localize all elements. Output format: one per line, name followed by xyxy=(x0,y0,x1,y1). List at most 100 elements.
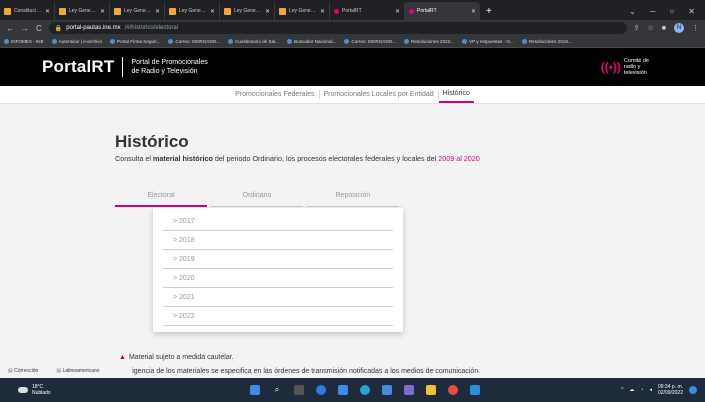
new-tab-button[interactable]: + xyxy=(480,2,498,20)
close-tab-icon[interactable]: ✕ xyxy=(210,8,215,15)
taskbar-apps: ⌕ xyxy=(250,385,480,395)
clock[interactable]: 09:34 p. m. 02/09/2022 xyxy=(658,384,683,396)
onedrive-icon[interactable]: ☁ xyxy=(629,387,634,393)
forward-icon[interactable]: → xyxy=(21,24,29,33)
year-item-2021[interactable]: > 2021 xyxy=(163,288,393,307)
close-tab-icon[interactable]: ✕ xyxy=(320,8,325,15)
browser-icon[interactable] xyxy=(360,385,370,395)
site-subtitle: Portal de Promocionales de Radio y Telev… xyxy=(131,59,208,75)
year-item-2017[interactable]: > 2017 xyxy=(163,212,393,231)
bookmark-item[interactable]: Resoluciones 2019... xyxy=(521,39,572,44)
portalrt-icon xyxy=(409,8,414,14)
wifi-icon[interactable]: ◔ xyxy=(640,387,643,393)
year-item-2019[interactable]: > 2019 xyxy=(163,250,393,269)
url-host: portal-pautas.ine.mx xyxy=(66,25,121,31)
download-item[interactable]: ▤ Corrección xyxy=(8,368,38,374)
menu-icon[interactable]: ⋮ xyxy=(692,24,699,32)
nav-promocionales-locales[interactable]: Promocionales Locales por Entidad xyxy=(320,86,438,103)
download-item[interactable]: ▤ Latinoamericano xyxy=(56,368,99,374)
windows-taskbar: 18°C Nublado ⌕ ^ ☁ ◔ ◂ 09:34 p. m. 02/09… xyxy=(0,378,705,402)
weather-widget[interactable]: 18°C Nublado xyxy=(18,384,78,396)
bookmark-item[interactable]: Buscador Nacional... xyxy=(287,39,336,44)
maximize-icon[interactable]: ○ xyxy=(669,7,674,16)
close-window-icon[interactable]: ✕ xyxy=(688,7,695,16)
document-icon xyxy=(169,7,176,15)
cloud-icon xyxy=(404,39,410,44)
document-icon xyxy=(279,7,286,15)
tab-search-icon[interactable]: ⌄ xyxy=(629,7,636,16)
tab-reposicion[interactable]: Reposición xyxy=(307,192,399,207)
downloads-bar: ▤ Corrección ▤ Latinoamericano xyxy=(0,364,132,378)
extensions-icon[interactable]: ■ xyxy=(662,25,666,32)
close-tab-icon[interactable]: ✕ xyxy=(471,8,476,15)
validity-note: La vigencia de los materiales se especif… xyxy=(119,368,481,375)
folder-icon[interactable] xyxy=(426,385,436,395)
browser-tab[interactable]: Ley General de I✕ xyxy=(220,2,275,20)
close-tab-icon[interactable]: ✕ xyxy=(155,8,160,15)
nav-promocionales-federales[interactable]: Promocionales Federales xyxy=(231,86,318,103)
mail-icon[interactable] xyxy=(338,385,348,395)
system-tray: ^ ☁ ◔ ◂ 09:34 p. m. 02/09/2022 xyxy=(621,384,705,396)
share-icon[interactable]: ⇪ xyxy=(634,24,640,32)
bookmark-item[interactable]: Autenticar | e-archivo xyxy=(51,39,102,44)
chrome-icon[interactable] xyxy=(448,385,458,395)
comite-icon: ((•)) xyxy=(600,60,621,74)
edge-icon[interactable] xyxy=(316,385,326,395)
close-tab-icon[interactable]: ✕ xyxy=(395,8,400,15)
nav-historico[interactable]: Histórico xyxy=(438,86,474,103)
reload-icon[interactable]: C xyxy=(36,24,42,33)
url-field[interactable]: 🔒 portal-pautas.ine.mx/#/historico/elect… xyxy=(48,22,627,34)
close-tab-icon[interactable]: ✕ xyxy=(100,8,105,15)
bookmarks-bar: INFOMEX - INE Autenticar | e-archivo Por… xyxy=(0,36,705,48)
close-tab-icon[interactable]: ✕ xyxy=(265,8,270,15)
bookmark-item[interactable]: Portal Firma Seguri... xyxy=(110,39,160,44)
main-content: Histórico Consulta el material histórico… xyxy=(0,104,705,378)
window-controls: ⌄ ─ ○ ✕ xyxy=(629,2,705,20)
bookmark-item[interactable]: Correo: MORGADO... xyxy=(344,39,396,44)
browser-tab[interactable]: Ley General de P✕ xyxy=(55,2,110,20)
cloud-icon xyxy=(461,39,467,44)
notification-icon[interactable] xyxy=(689,386,697,394)
year-item-2018[interactable]: > 2018 xyxy=(163,231,393,250)
year-item-2020[interactable]: > 2020 xyxy=(163,269,393,288)
minimize-icon[interactable]: ─ xyxy=(650,7,656,16)
caution-notice: ▲ Material sujeto a medida cautelar. xyxy=(119,354,234,361)
globe-icon xyxy=(4,39,9,44)
browser-tab-active[interactable]: PortalRT ✕ xyxy=(405,2,480,20)
site-logo[interactable]: PortalRT xyxy=(42,57,114,77)
close-tab-icon[interactable]: ✕ xyxy=(45,8,50,15)
chat-icon[interactable] xyxy=(382,385,392,395)
browser-tab[interactable]: Constitución Polít✕ xyxy=(0,2,55,20)
lock-icon: 🔒 xyxy=(54,25,63,32)
address-bar-actions: ⇪ ☆ ■ N ⋮ xyxy=(634,23,699,33)
cloud-icon xyxy=(521,39,527,44)
bookmark-item[interactable]: Cuestionario de Sal... xyxy=(228,39,279,44)
bookmark-item[interactable]: INFOMEX - INE xyxy=(4,39,44,44)
search-icon[interactable]: ⌕ xyxy=(272,385,282,395)
bookmark-item[interactable]: Correo: MORGADO... xyxy=(168,39,220,44)
task-view-icon[interactable] xyxy=(294,385,304,395)
document-icon xyxy=(4,7,11,15)
tab-ordinario[interactable]: Ordinario xyxy=(211,192,303,207)
windows-start-icon[interactable] xyxy=(250,385,260,395)
chevron-up-icon[interactable]: ^ xyxy=(621,387,623,393)
year-item-2022[interactable]: > 2022 xyxy=(163,307,393,326)
profile-avatar[interactable]: N xyxy=(674,23,684,33)
outlook-icon[interactable] xyxy=(470,385,480,395)
star-icon[interactable]: ☆ xyxy=(647,24,653,32)
browser-tab[interactable]: PortalRT ✕ xyxy=(330,2,405,20)
browser-tab[interactable]: Ley General de I✕ xyxy=(165,2,220,20)
tab-electoral[interactable]: Electoral xyxy=(115,192,207,207)
browser-tab[interactable]: Ley General de I✕ xyxy=(275,2,330,20)
bookmark-item[interactable]: Resoluciones 2022... xyxy=(404,39,454,44)
site-header: PortalRT Portal de Promocionales de Radi… xyxy=(0,48,705,86)
portalrt-icon xyxy=(334,8,339,14)
period-tabs: Electoral Ordinario Reposición xyxy=(115,192,399,207)
bookmark-item[interactable]: VP y respuestas - O... xyxy=(461,39,514,44)
logo-divider xyxy=(122,57,124,77)
volume-icon[interactable]: ◂ xyxy=(649,387,652,393)
back-icon[interactable]: ← xyxy=(6,24,14,33)
year-list: > 2017 > 2018 > 2019 > 2020 > 2021 > 202… xyxy=(153,208,403,332)
browser-tab[interactable]: Ley General de P✕ xyxy=(110,2,165,20)
teams-icon[interactable] xyxy=(404,385,414,395)
